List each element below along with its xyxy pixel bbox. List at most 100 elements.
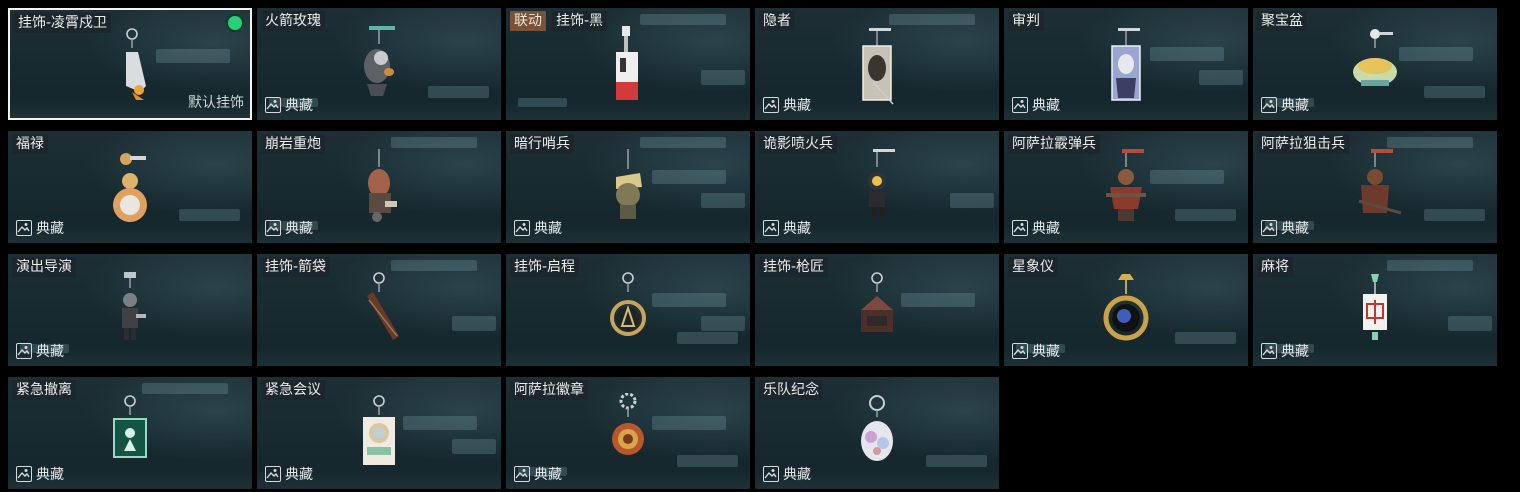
- collection-badge: 典藏: [1261, 219, 1309, 237]
- collection-label: 典藏: [1281, 98, 1309, 114]
- charm-name: 阿萨拉霰弹兵: [1008, 134, 1100, 154]
- image-frame-icon: [514, 466, 530, 482]
- image-frame-icon: [1261, 97, 1277, 113]
- background-streak: [1174, 332, 1236, 344]
- collection-label: 典藏: [783, 221, 811, 237]
- background-streak: [1174, 209, 1236, 221]
- collection-label: 典藏: [285, 467, 313, 483]
- charm-name: 阿萨拉徽章: [510, 380, 588, 400]
- gourd-charm-icon: [100, 147, 160, 233]
- charm-card[interactable]: 审判 典藏: [1004, 8, 1248, 120]
- director-charm-icon: [100, 270, 160, 356]
- collab-badge: 联动: [510, 11, 546, 31]
- departure-medal-charm-icon: [598, 270, 658, 356]
- background-streak: [1423, 86, 1485, 98]
- charm-card[interactable]: 火箭玫瑰 典藏: [257, 8, 501, 120]
- collection-badge: 典藏: [514, 465, 562, 483]
- charm-name: 挂饰-启程: [510, 257, 580, 277]
- collection-badge: 典藏: [514, 219, 562, 237]
- collection-label: 典藏: [1281, 344, 1309, 360]
- charm-card[interactable]: 挂饰-启程: [506, 254, 750, 366]
- charm-card[interactable]: 阿萨拉徽章 典藏: [506, 377, 750, 489]
- background-streak: [676, 332, 738, 344]
- rocket-rose-charm-icon: [349, 24, 409, 110]
- background-streak: [950, 192, 995, 209]
- charm-card[interactable]: 暗行哨兵 典藏: [506, 131, 750, 243]
- image-frame-icon: [16, 220, 32, 236]
- charm-card[interactable]: 诡影喷火兵 典藏: [755, 131, 999, 243]
- collection-label: 典藏: [36, 221, 64, 237]
- background-streak: [427, 86, 489, 98]
- charm-name: 紧急会议: [261, 380, 325, 400]
- hermit-card-charm-icon: [847, 24, 907, 110]
- image-frame-icon: [265, 220, 281, 236]
- charm-card[interactable]: 演出导演典藏: [8, 254, 252, 366]
- charm-name: 紧急撤离: [12, 380, 76, 400]
- charm-name: 演出导演: [12, 257, 76, 277]
- charm-card[interactable]: 福禄典藏: [8, 131, 252, 243]
- image-frame-icon: [1012, 220, 1028, 236]
- charm-card[interactable]: 紧急会议典藏: [257, 377, 501, 489]
- image-frame-icon: [265, 466, 281, 482]
- collection-badge: 典藏: [16, 342, 64, 360]
- collection-label: 典藏: [534, 467, 562, 483]
- image-frame-icon: [1261, 343, 1277, 359]
- collection-label: 典藏: [1032, 98, 1060, 114]
- charm-card[interactable]: 联动 挂饰-黑: [506, 8, 750, 120]
- charm-card[interactable]: 隐者 典藏: [755, 8, 999, 120]
- image-frame-icon: [1012, 343, 1028, 359]
- collection-label: 典藏: [36, 344, 64, 360]
- background-streak: [652, 170, 726, 184]
- charm-name: 挂饰-凌霄戍卫: [14, 13, 112, 33]
- collection-badge: 典藏: [1012, 96, 1060, 114]
- charm-card[interactable]: 麻将 典藏: [1253, 254, 1497, 366]
- background-streak: [1448, 315, 1493, 332]
- image-frame-icon: [1261, 220, 1277, 236]
- collection-badge: 典藏: [763, 465, 811, 483]
- charm-card[interactable]: 崩岩重炮 典藏: [257, 131, 501, 243]
- charm-card[interactable]: 紧急撤离典藏: [8, 377, 252, 489]
- background-streak: [1399, 47, 1473, 61]
- astrolabe-charm-icon: [1096, 270, 1156, 356]
- charm-name: 星象仪: [1008, 257, 1058, 277]
- charm-card[interactable]: 阿萨拉霰弹兵典藏: [1004, 131, 1248, 243]
- charm-card[interactable]: 挂饰-凌霄戍卫默认挂饰: [8, 8, 252, 120]
- quiver-charm-icon: [349, 270, 409, 356]
- collection-label: 典藏: [1032, 221, 1060, 237]
- collection-badge: 典藏: [265, 96, 313, 114]
- charm-card[interactable]: 挂饰-箭袋: [257, 254, 501, 366]
- charm-name: 诡影喷火兵: [759, 134, 837, 154]
- gunsmith-charm-icon: [847, 270, 907, 356]
- background-streak: [701, 315, 746, 332]
- background-streak: [701, 69, 746, 86]
- image-frame-icon: [1012, 97, 1028, 113]
- collection-label: 典藏: [1281, 221, 1309, 237]
- collection-badge: 典藏: [265, 465, 313, 483]
- equipped-indicator-icon: [228, 16, 242, 30]
- background-streak: [178, 209, 240, 221]
- charm-name: 阿萨拉狙击兵: [1257, 134, 1349, 154]
- collection-badge: 典藏: [16, 465, 64, 483]
- image-frame-icon: [265, 97, 281, 113]
- charm-card[interactable]: 阿萨拉狙击兵典藏: [1253, 131, 1497, 243]
- background-streak: [901, 293, 975, 307]
- collection-label: 典藏: [1032, 344, 1060, 360]
- image-frame-icon: [763, 220, 779, 236]
- charm-card[interactable]: 星象仪典藏: [1004, 254, 1248, 366]
- background-streak: [452, 315, 497, 332]
- charm-card[interactable]: 乐队纪念典藏: [755, 377, 999, 489]
- collection-badge: 典藏: [265, 219, 313, 237]
- background-streak: [403, 416, 477, 430]
- charm-name: 福禄: [12, 134, 48, 154]
- default-charm-label: 默认挂饰: [188, 95, 244, 111]
- charm-name: 乐队纪念: [759, 380, 823, 400]
- band-badge-charm-icon: [847, 393, 907, 479]
- charm-card[interactable]: 聚宝盆 典藏: [1253, 8, 1497, 120]
- charm-card[interactable]: 挂饰-枪匠: [755, 254, 999, 366]
- background-streak: [452, 438, 497, 455]
- background-streak: [652, 293, 726, 307]
- background-streak: [156, 49, 230, 63]
- collection-label: 典藏: [783, 98, 811, 114]
- collection-label: 典藏: [36, 467, 64, 483]
- charm-name: 挂饰-箭袋: [261, 257, 331, 277]
